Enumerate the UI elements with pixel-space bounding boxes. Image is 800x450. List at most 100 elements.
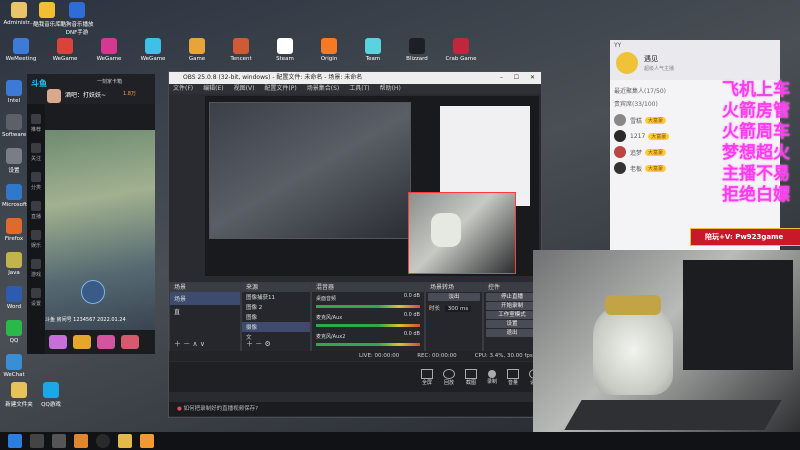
obs-titlebar[interactable]: OBS 25.0.8 (32-bit, windows) - 配置文件: 未命名…	[169, 72, 541, 84]
desktop-icon[interactable]: Intel	[2, 80, 26, 104]
start-icon[interactable]	[8, 434, 22, 448]
toolbar-item[interactable]: 全屏	[420, 368, 433, 386]
user-folder-icon	[11, 2, 27, 18]
stop-streaming-button[interactable]: 停止直播	[486, 293, 538, 301]
streamer-avatar[interactable]	[47, 89, 61, 103]
gear-icon[interactable]: ⚙	[264, 340, 270, 348]
gift-icon[interactable]	[97, 335, 115, 349]
desktop-icon[interactable]: Microsoft	[2, 184, 27, 208]
desktop-icon[interactable]: QQ游戏	[34, 382, 68, 408]
scene-item[interactable]: 场景	[170, 292, 240, 305]
stream-app-window[interactable]: 斗鱼 酒吧：打妖妖~ 1.8万 推荐 关注 分类 直播 娱乐 游戏 设置 一刻家…	[27, 74, 155, 354]
stream-video[interactable]	[45, 130, 155, 330]
remove-source-icon[interactable]: －	[255, 340, 262, 348]
music-icon	[39, 2, 55, 18]
sidebar-item[interactable]: 分类	[27, 172, 45, 191]
bottom-toolbar: 全屏 回放 截图 录制 音量 设置	[169, 362, 577, 392]
obs-window[interactable]: OBS 25.0.8 (32-bit, windows) - 配置文件: 未命名…	[168, 71, 731, 418]
sidebar-item[interactable]: 直播	[27, 201, 45, 220]
desktop-icon[interactable]: Origin	[312, 38, 346, 66]
taskview-icon[interactable]	[52, 434, 66, 448]
level-badge: 大富豪	[645, 116, 667, 124]
sidebar-item[interactable]: 推荐	[27, 114, 45, 133]
source-item[interactable]: 图像 2	[242, 302, 310, 312]
desktop-icon[interactable]: Team	[356, 38, 390, 66]
move-down-icon[interactable]: ∨	[200, 340, 205, 348]
add-scene-icon[interactable]: ＋	[174, 340, 181, 348]
desktop-icon[interactable]: WeGame	[48, 38, 82, 66]
maximize-icon[interactable]: ☐	[514, 72, 519, 84]
move-up-icon[interactable]: ∧	[192, 340, 197, 348]
toolbar-item[interactable]: 截图	[464, 368, 477, 386]
desktop-icon[interactable]: WeGame	[92, 38, 126, 66]
stream-app-header: 斗鱼 酒吧：打妖妖~ 1.8万	[27, 74, 155, 104]
menu-profile[interactable]: 配置文件(P)	[264, 84, 296, 94]
close-icon[interactable]: ✕	[530, 72, 535, 84]
mixer-channel: 麦克风/Aux 0.0 dB	[312, 311, 424, 330]
menu-view[interactable]: 视图(V)	[234, 84, 255, 94]
source-item[interactable]: 摄像	[242, 322, 310, 332]
sidebar-item[interactable]: 关注	[27, 143, 45, 162]
duration-input[interactable]: 300 ms	[444, 306, 472, 312]
desktop-icon[interactable]: WeChat	[2, 354, 26, 378]
minimize-icon[interactable]: –	[500, 72, 503, 84]
minimap	[81, 280, 105, 304]
studio-mode-button[interactable]: 工作室模式	[486, 311, 538, 319]
scene-item[interactable]: 直	[170, 305, 240, 318]
sidebar-item[interactable]: 游戏	[27, 259, 45, 278]
menu-scene-collection[interactable]: 场景集合(S)	[307, 84, 340, 94]
source-item[interactable]: 图像捕获11	[242, 292, 310, 302]
gift-icon[interactable]	[121, 335, 139, 349]
avatar[interactable]	[616, 52, 638, 74]
desktop-icon[interactable]: 酷狗音乐播放 DNF手游	[60, 2, 94, 36]
toolbar-item[interactable]: 回放	[442, 368, 455, 386]
obs-preview[interactable]	[205, 96, 539, 276]
scenes-dock-title: 场景	[170, 283, 240, 292]
settings-button[interactable]: 设置	[486, 320, 538, 328]
desktop-icon[interactable]: 新建文件夹	[2, 382, 36, 408]
exit-button[interactable]: 退出	[486, 329, 538, 337]
transition-select[interactable]: 淡出	[428, 293, 480, 301]
menu-file[interactable]: 文件(F)	[173, 84, 193, 94]
remove-scene-icon[interactable]: －	[183, 340, 190, 348]
menu-tools[interactable]: 工具(T)	[349, 84, 369, 94]
desktop-icon[interactable]: Tencent	[224, 38, 258, 66]
menu-help[interactable]: 帮助(H)	[380, 84, 401, 94]
desktop-icon[interactable]: 酷我音乐库	[30, 2, 64, 28]
source-item[interactable]: 图像	[242, 312, 310, 322]
toolbar-item[interactable]: 录制	[487, 369, 497, 385]
toolbar-item[interactable]: 音量	[507, 368, 519, 386]
browser-icon[interactable]	[74, 434, 88, 448]
desktop-icon[interactable]: WeGame	[136, 38, 170, 66]
desktop-icon[interactable]: 设置	[2, 148, 26, 174]
app-icon[interactable]	[140, 434, 154, 448]
add-source-icon[interactable]: ＋	[246, 340, 253, 348]
menu-edit[interactable]: 编辑(E)	[203, 84, 223, 94]
camera-feed	[533, 250, 800, 435]
desktop-icon[interactable]: Steam	[268, 38, 302, 66]
grid-icon	[31, 172, 41, 182]
desktop-icon[interactable]: WeMeeting	[4, 38, 38, 66]
desktop-icon[interactable]: Java	[2, 252, 26, 276]
desktop-icon[interactable]: Blizzard	[400, 38, 434, 66]
gift-icon[interactable]	[49, 335, 67, 349]
volume-meter	[316, 343, 420, 346]
obs-icon[interactable]	[96, 434, 110, 448]
sidebar-item[interactable]: 娱乐	[27, 230, 45, 249]
desktop-icon[interactable]: Game	[180, 38, 214, 66]
taskbar	[0, 432, 800, 450]
level-badge: 大富豪	[645, 164, 667, 172]
desktop-icon[interactable]: Firefox	[2, 218, 26, 242]
search-icon[interactable]	[30, 434, 44, 448]
sidebar-item[interactable]: 设置	[27, 288, 45, 307]
desktop-icon[interactable]: Word	[2, 286, 26, 310]
folder-icon[interactable]	[118, 434, 132, 448]
app-icon	[13, 38, 29, 54]
gift-icon[interactable]	[73, 335, 91, 349]
stream-tab[interactable]: 一刻家卡箱	[97, 78, 122, 85]
desktop-icon[interactable]: QQ	[2, 320, 26, 344]
desktop-icon[interactable]: Crab Game	[444, 38, 478, 66]
start-recording-button[interactable]: 开始录制	[486, 302, 538, 310]
notice-bar[interactable]: ● 如何把录制好的直播视频保存?	[169, 402, 549, 416]
desktop-icon[interactable]: Software	[2, 114, 26, 138]
